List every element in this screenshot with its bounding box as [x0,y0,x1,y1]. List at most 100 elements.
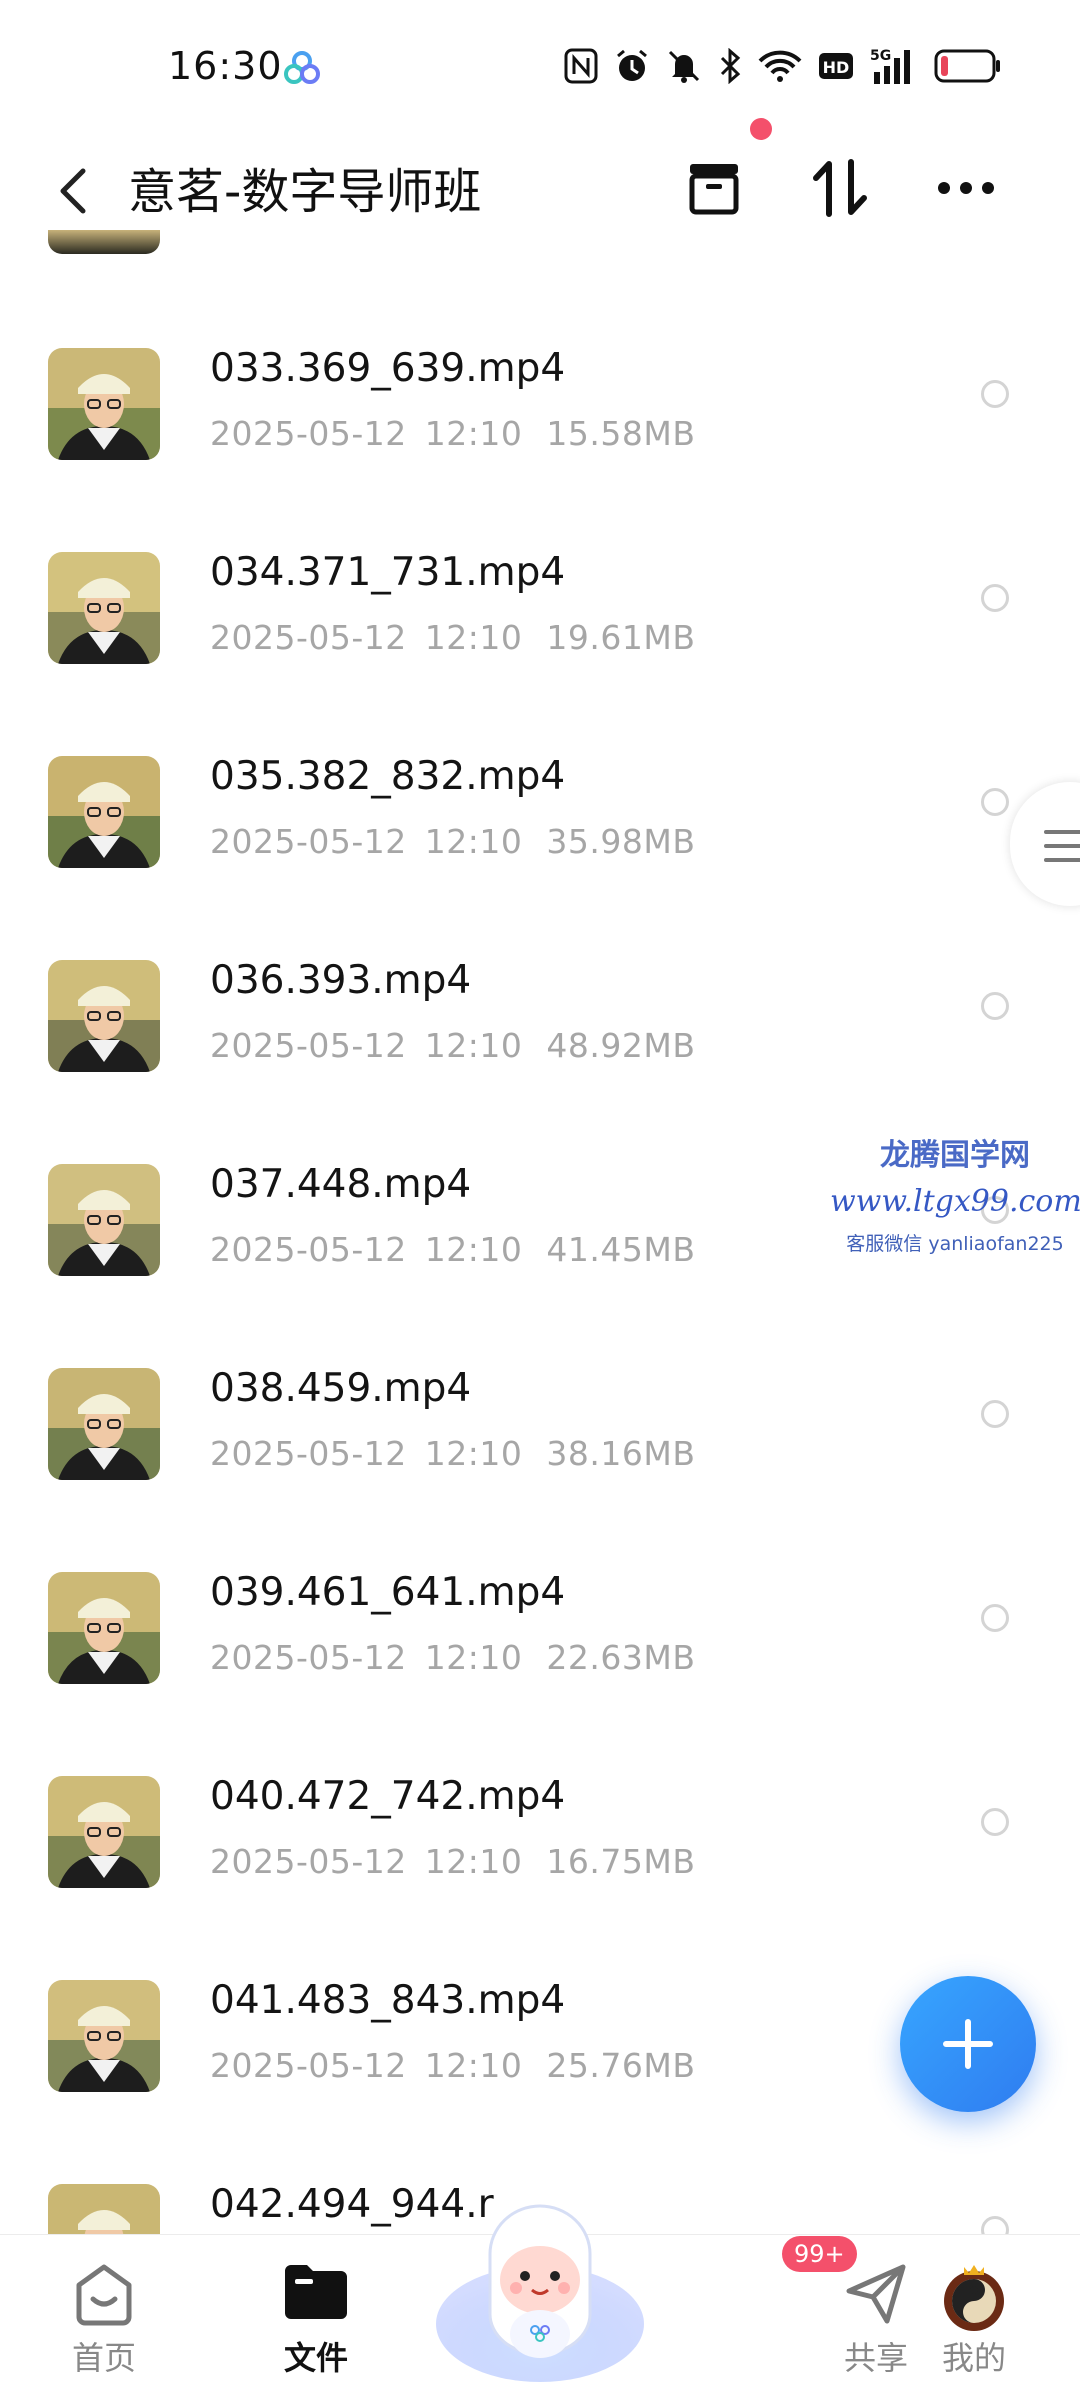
file-row[interactable]: 035.382_832.mp4 2025-05-12 12:10 35.98MB [0,732,1080,936]
nav-files-label: 文件 [283,2339,348,2377]
file-size: 22.63MB [546,1638,696,1677]
battery-low-icon [934,49,1000,83]
svg-text:5G: 5G [870,48,891,64]
file-time: 12:10 [424,1230,523,1269]
video-thumbnail [48,1776,160,1888]
file-time: 12:10 [424,618,523,657]
signal-5g-icon: 5G [870,48,910,84]
file-date: 2025-05-12 [210,1638,407,1677]
home-icon [76,2264,132,2326]
file-date: 2025-05-12 [210,1230,407,1269]
select-checkbox[interactable] [981,788,1009,816]
file-meta: 2025-05-12 12:10 19.61MB [210,618,695,657]
file-date: 2025-05-12 [210,2046,407,2085]
mascot-icon [436,2204,644,2382]
select-checkbox[interactable] [981,584,1009,612]
file-size: 19.61MB [546,618,696,657]
file-row[interactable]: 034.371_731.mp4 2025-05-12 12:10 19.61MB [0,528,1080,732]
file-meta: 2025-05-12 12:10 22.63MB [210,1638,695,1677]
video-thumbnail [48,1980,160,2092]
sort-button[interactable] [800,148,880,228]
watermark: 龙腾国学网 www.ltgx99.com 客服微信 yanliaofan225 [830,1130,1080,1256]
file-time: 12:10 [424,2046,523,2085]
file-name: 037.448.mp4 [210,1162,472,1207]
nav-profile[interactable]: 我的 [894,2235,1054,2401]
file-date: 2025-05-12 [210,414,407,453]
file-row[interactable]: 036.393.mp4 2025-05-12 12:10 48.92MB [0,936,1080,1140]
recent-button[interactable] [674,148,754,228]
file-meta: 2025-05-12 12:10 35.98MB [210,822,695,861]
file-name: 033.369_639.mp4 [210,346,566,391]
status-time: 16:30 [168,44,283,88]
nav-home[interactable]: 首页 [24,2235,184,2401]
file-meta: 2025-05-12 12:10 25.76MB [210,2046,695,2085]
file-meta: 2025-05-12 12:10 16.75MB [210,1842,695,1881]
video-thumbnail [48,552,160,664]
video-thumbnail [48,348,160,460]
sort-icon [813,159,867,217]
file-time: 12:10 [424,1638,523,1677]
back-button[interactable] [48,156,96,226]
video-thumbnail [48,1572,160,1684]
file-date: 2025-05-12 [210,1026,407,1065]
file-row[interactable]: 039.461_641.mp4 2025-05-12 12:10 22.63MB [0,1548,1080,1752]
app-header: 意茗-数字导师班 [0,118,1080,260]
file-size: 38.16MB [546,1434,696,1473]
nav-files[interactable]: 文件 [236,2235,396,2401]
file-meta: 2025-05-12 12:10 38.16MB [210,1434,695,1473]
file-meta: 2025-05-12 12:10 41.45MB [210,1230,695,1269]
nfc-icon [564,48,598,84]
file-row[interactable]: 033.369_639.mp4 2025-05-12 12:10 15.58MB [0,324,1080,528]
add-button[interactable] [900,1976,1036,2112]
menu-lines-icon [1044,830,1080,862]
file-name: 041.483_843.mp4 [210,1978,566,2023]
partial-thumbnail [48,230,160,254]
alarm-icon [617,49,647,81]
video-thumbnail [48,960,160,1072]
file-name: 038.459.mp4 [210,1366,472,1411]
file-size: 48.92MB [546,1026,696,1065]
file-meta: 2025-05-12 12:10 15.58MB [210,414,695,453]
file-date: 2025-05-12 [210,618,407,657]
video-thumbnail [48,1164,160,1276]
file-size: 25.76MB [546,2046,696,2085]
share-badge: 99+ [782,2236,857,2272]
file-date: 2025-05-12 [210,822,407,861]
notification-dot [750,118,772,140]
more-button[interactable] [926,148,1006,228]
video-thumbnail [48,1368,160,1480]
plus-icon [943,2019,993,2069]
profile-avatar-icon [944,2265,1004,2331]
status-bar: 16:30 HD 5G [0,0,1080,130]
file-meta: 2025-05-12 12:10 48.92MB [210,1026,695,1065]
select-checkbox[interactable] [981,1604,1009,1632]
mascot-button[interactable] [432,2184,648,2384]
file-size: 35.98MB [546,822,696,861]
select-checkbox[interactable] [981,1808,1009,1836]
more-icon [938,182,994,194]
file-date: 2025-05-12 [210,1434,407,1473]
file-row[interactable]: 038.459.mp4 2025-05-12 12:10 38.16MB [0,1344,1080,1548]
select-checkbox[interactable] [981,992,1009,1020]
mute-icon [668,50,700,83]
file-name: 035.382_832.mp4 [210,754,566,799]
file-date: 2025-05-12 [210,1842,407,1881]
file-name: 040.472_742.mp4 [210,1774,566,1819]
file-name: 036.393.mp4 [210,958,472,1003]
file-time: 12:10 [424,1434,523,1473]
bluetooth-icon [720,48,741,84]
watermark-url: www.ltgx99.com [830,1184,1080,1219]
app-logo-icon [284,51,320,84]
file-row[interactable]: 040.472_742.mp4 2025-05-12 12:10 16.75MB [0,1752,1080,1956]
file-time: 12:10 [424,1842,523,1881]
folder-icon [285,2265,347,2319]
watermark-contact: 客服微信 yanliaofan225 [846,1233,1064,1255]
select-checkbox[interactable] [981,380,1009,408]
select-checkbox[interactable] [981,1400,1009,1428]
hd-icon: HD [819,53,853,79]
chevron-left-icon [60,168,86,214]
file-size: 41.45MB [546,1230,696,1269]
file-time: 12:10 [424,1026,523,1065]
video-thumbnail [48,756,160,868]
file-name: 039.461_641.mp4 [210,1570,566,1615]
